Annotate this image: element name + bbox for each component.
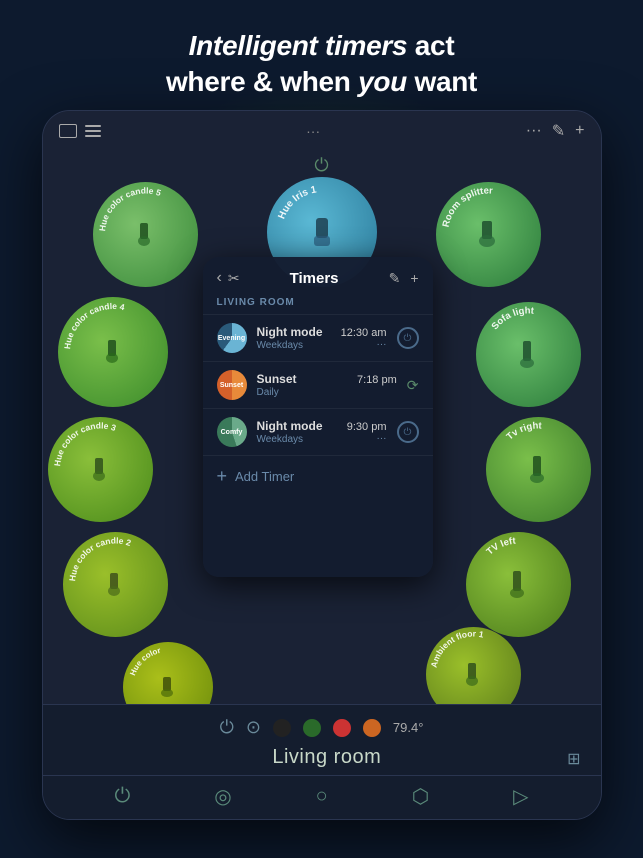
timer-freq-evening: Weekdays [257,340,331,351]
bottom-controls: ⏻ ⊙ 79.4° [43,713,601,742]
add-timer-label: Add Timer [235,469,294,484]
svg-text:Hue color candle 4: Hue color candle 4 [62,301,126,350]
topbar-dots: ··· [306,123,320,139]
heading-area: Intelligent timers act where & when you … [0,0,643,117]
timer-item-comfy[interactable]: Comfy Night mode Weekdays 9:30 pm ··· ⏻ [203,408,433,455]
light-circle-hue5[interactable]: Hue color candle 5 [93,182,198,287]
topbar-left [59,124,101,138]
timer-avatar-comfy: Comfy [217,417,247,447]
timer-status-comfy: ··· [347,433,387,444]
light-circle-room-splitter[interactable]: Room splitter [436,182,541,287]
timers-scissors-icon: ✂ [228,270,240,287]
timer-item-evening[interactable]: Evening Night mode Weekdays 12:30 am ···… [203,314,433,361]
bottom-navigation: ⏻ ◎ ○ ⬡ ▷ [43,775,601,813]
nav-play-icon[interactable]: ▷ [513,784,528,809]
light-circle-hue4[interactable]: Hue color candle 4 [58,297,168,407]
temperature-label: 79.4° [393,720,424,735]
timer-time-area-comfy: 9:30 pm ··· [347,421,387,444]
color-dot-dark[interactable] [273,719,291,737]
timers-add-button[interactable]: + [410,270,418,287]
timers-panel: ‹ ✂ Timers ✎ + LIVING ROOM Evening Night… [203,257,433,577]
room-row: Living room ⊞ [43,742,601,775]
timers-section-label: LIVING ROOM [203,293,433,314]
svg-text:Hue Iris 1: Hue Iris 1 [276,184,317,220]
hue3-label-svg: Hue color candle 3 [48,417,153,522]
grid-icon[interactable]: ⊞ [567,749,580,769]
svg-text:Hue color: Hue color [128,646,161,677]
svg-text:Ambient floor 1: Ambient floor 1 [428,628,484,668]
sofa-label-svg: Sofa light [476,302,581,407]
timer-avatar-evening: Evening [217,323,247,353]
timer-info-sunset: Sunset Daily [257,372,348,398]
topbar-more-dots[interactable]: ··· [526,122,542,140]
timer-avatar-sunset: Sunset [217,370,247,400]
timers-actions: ✎ + [389,270,419,287]
timer-time-sunset: 7:18 pm [357,374,397,386]
topbar-edit-icon[interactable]: ✎ [552,121,565,141]
power-center-icon: ⏻ [314,155,328,176]
bottom-bar: ⏻ ⊙ 79.4° Living room ⊞ ⏻ ◎ ○ ⬡ ▷ [43,704,601,819]
timer-info-comfy: Night mode Weekdays [257,419,337,445]
bottom-timer-icon[interactable]: ⊙ [246,717,261,738]
heading-bold: Intelligent timers [189,30,408,61]
timers-back-button[interactable]: ‹ [217,269,222,287]
svg-text:Tv right: Tv right [504,420,542,442]
timers-header: ‹ ✂ Timers ✎ + [203,257,433,293]
timer-time-area-sunset: 7:18 pm [357,374,397,397]
timer-time-comfy: 9:30 pm [347,421,387,433]
hue4-label-svg: Hue color candle 4 [58,297,168,407]
timers-panel-footer-space [203,497,433,577]
svg-text:Sofa light: Sofa light [489,305,535,332]
bottom-power-icon[interactable]: ⏻ [220,717,234,738]
timer-freq-comfy: Weekdays [257,434,337,445]
timer-name-evening: Night mode [257,325,331,339]
timer-time-evening: 12:30 am [341,327,387,339]
color-dot-orange[interactable] [363,719,381,737]
timer-sync-icon-sunset[interactable]: ⟳ [407,377,419,394]
nav-power-icon[interactable]: ⏻ [114,785,130,808]
color-dot-green[interactable] [303,719,321,737]
svg-text:Hue color candle 5: Hue color candle 5 [97,185,163,231]
timer-status-sunset [357,386,397,397]
svg-text:Hue color candle 2: Hue color candle 2 [67,535,133,581]
tv-left-label-svg: TV left [466,532,571,637]
light-circle-tv-left[interactable]: TV left [466,532,571,637]
add-timer-plus-icon: + [217,466,228,487]
nav-hex-icon[interactable]: ⬡ [412,784,429,809]
hue2-label-svg: Hue color candle 2 [63,532,168,637]
light-circle-hue3[interactable]: Hue color candle 3 [48,417,153,522]
timer-name-comfy: Night mode [257,419,337,433]
room-name-label: Living room [272,742,381,775]
timer-time-area-evening: 12:30 am ··· [341,327,387,350]
timer-info-evening: Night mode Weekdays [257,325,331,351]
timer-item-sunset[interactable]: Sunset Sunset Daily 7:18 pm ⟳ [203,361,433,408]
hue5-label-svg: Hue color candle 5 [93,182,198,287]
timers-edit-button[interactable]: ✎ [389,270,401,287]
light-circle-sofa[interactable]: Sofa light [476,302,581,407]
timer-freq-sunset: Daily [257,387,348,398]
light-circle-tv-right[interactable]: Tv right [486,417,591,522]
topbar-plus-icon[interactable]: + [575,122,584,140]
svg-text:Room splitter: Room splitter [440,185,493,228]
color-dot-red[interactable] [333,719,351,737]
heading-text: Intelligent timers act where & when you … [40,28,603,101]
timers-title: Timers [246,270,383,287]
svg-text:Hue color candle 3: Hue color candle 3 [52,420,118,466]
light-circle-hue2[interactable]: Hue color candle 2 [63,532,168,637]
nav-home-icon[interactable]: ◎ [214,784,231,809]
sidebar-toggle-icon[interactable] [59,124,77,138]
topbar-actions: ··· ✎ + [526,121,585,141]
add-timer-row[interactable]: + Add Timer [203,455,433,497]
menu-icon[interactable] [85,125,101,137]
tv-right-label-svg: Tv right [486,417,591,522]
device-frame: ··· ··· ✎ + ⏻ Hue Iris 1 [42,110,602,820]
timer-toggle-comfy[interactable]: ⏻ [397,421,419,443]
device-content: ⏻ Hue Iris 1 [43,147,601,819]
nav-circle-icon[interactable]: ○ [316,785,328,808]
timer-status-evening: ··· [341,339,387,350]
timer-name-sunset: Sunset [257,372,348,386]
svg-text:TV left: TV left [484,536,516,558]
room-splitter-label-svg: Room splitter [436,182,541,287]
timer-toggle-evening[interactable]: ⏻ [397,327,419,349]
